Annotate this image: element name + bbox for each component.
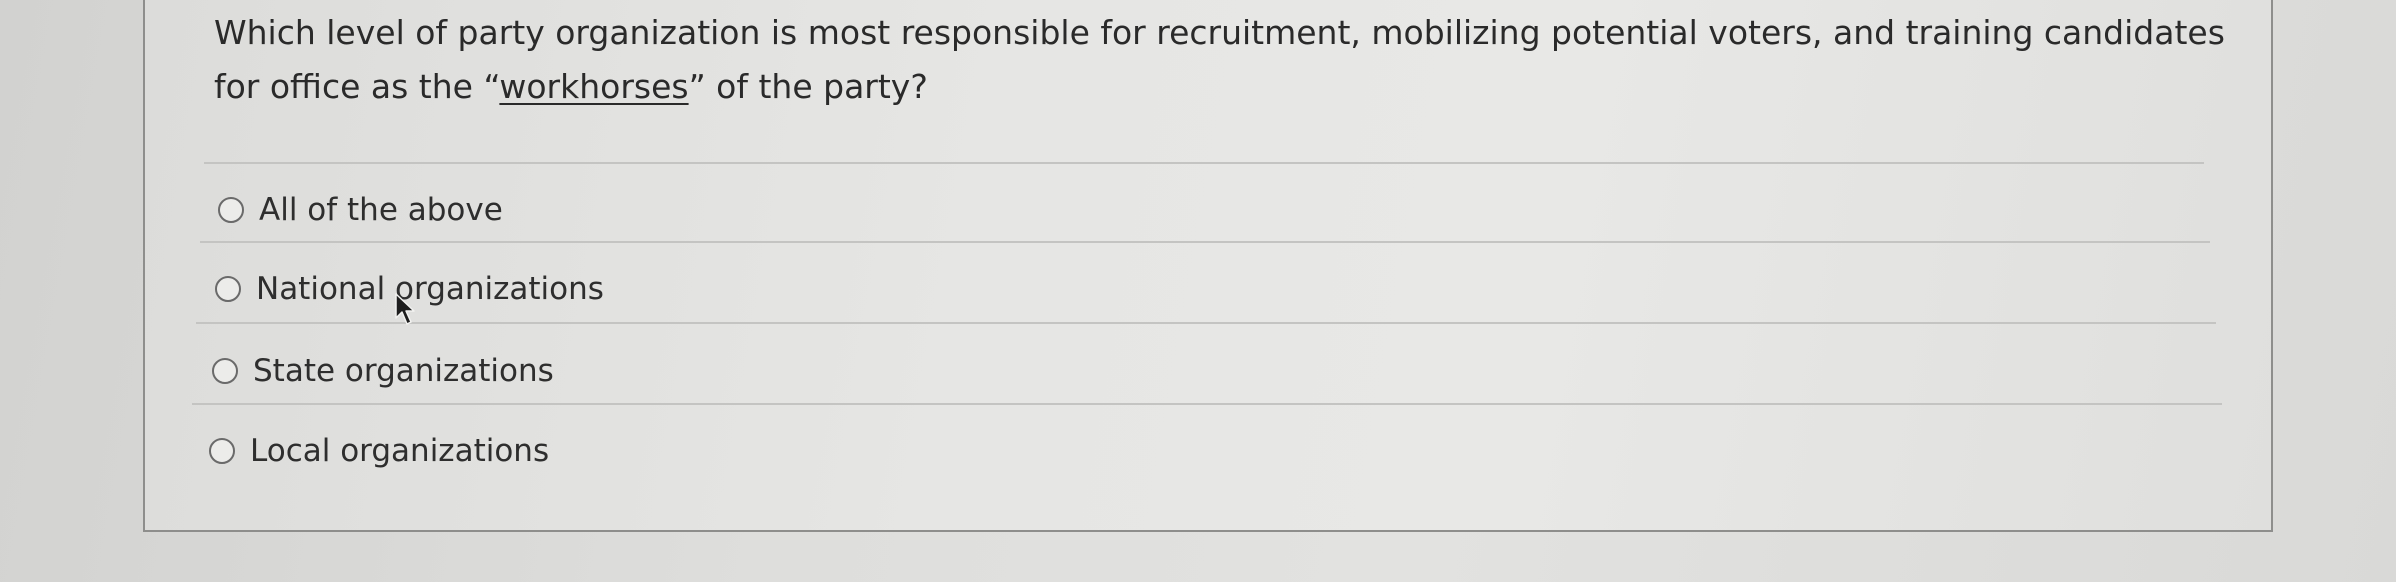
divider-2 (196, 322, 2216, 324)
option-label: Local organizations (250, 433, 550, 469)
question-text: Which level of party organization is mos… (214, 6, 2254, 114)
option-local-organizations[interactable]: Local organizations (209, 431, 549, 471)
radio-button[interactable] (212, 358, 238, 384)
option-label: National organizations (256, 271, 604, 307)
divider-1 (200, 241, 2210, 243)
option-state-organizations[interactable]: State organizations (212, 351, 554, 391)
option-all-of-the-above[interactable]: All of the above (218, 190, 503, 230)
mouse-pointer-icon (395, 293, 415, 325)
divider-3 (192, 403, 2222, 405)
option-label: State organizations (253, 353, 554, 389)
option-label: All of the above (259, 192, 503, 228)
radio-button[interactable] (218, 197, 244, 223)
radio-button[interactable] (215, 276, 241, 302)
question-emphasis: workhorses (499, 67, 689, 106)
question-text-after: ” of the party? (688, 67, 928, 106)
divider-top (204, 162, 2204, 164)
radio-button[interactable] (209, 438, 235, 464)
